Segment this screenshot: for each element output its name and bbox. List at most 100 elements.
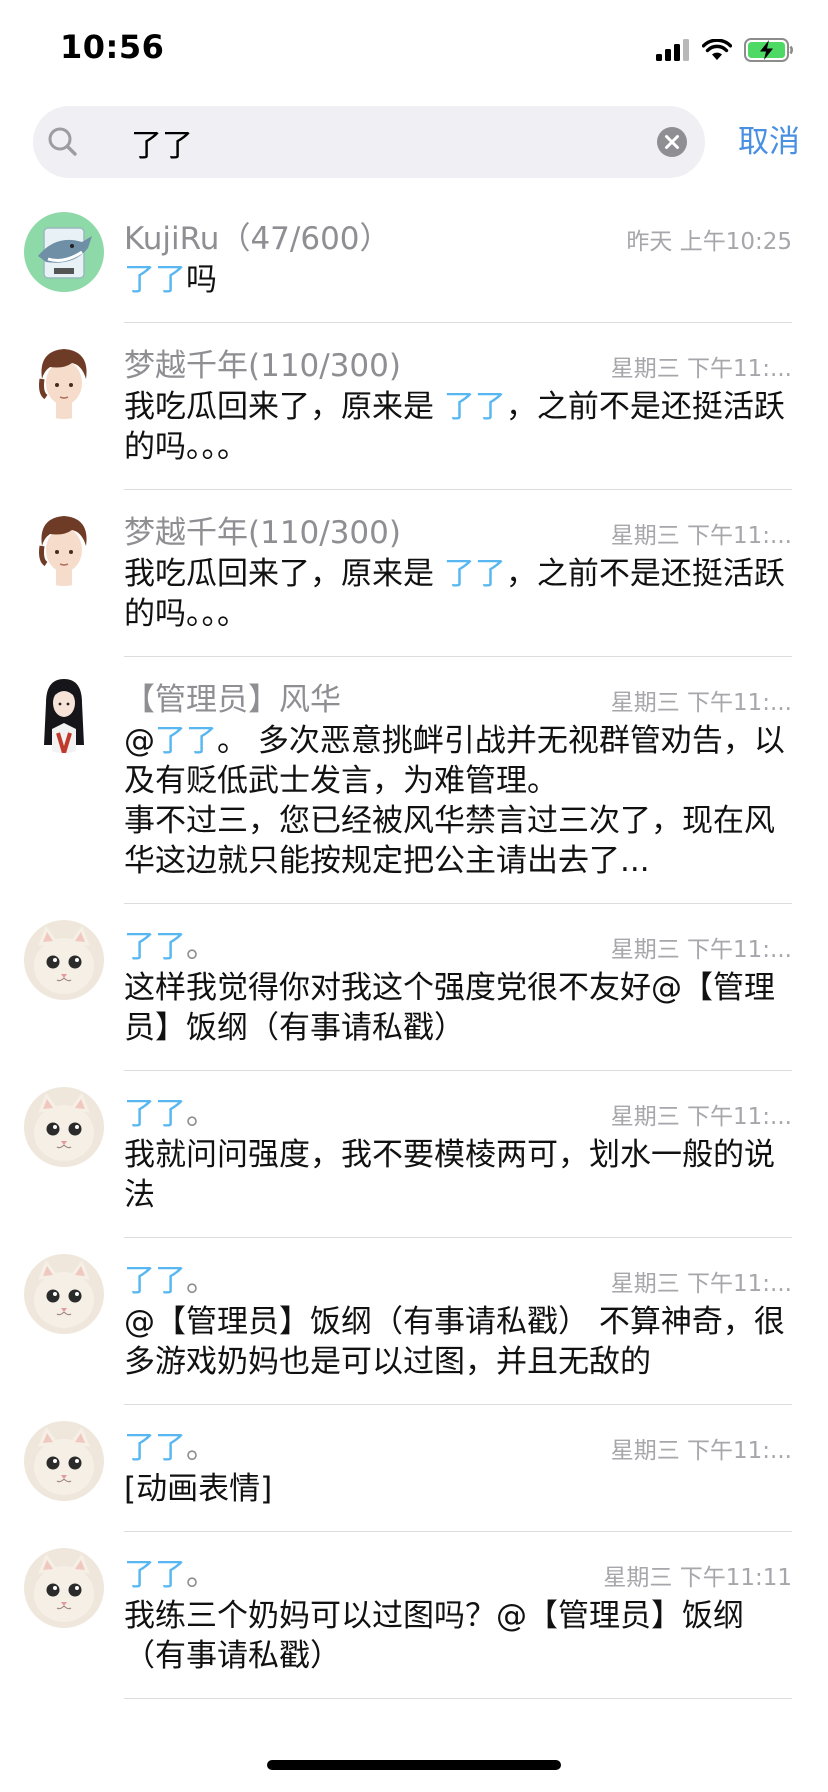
cat-avatar[interactable]	[24, 1421, 104, 1501]
sender-name: 了了。	[124, 1088, 217, 1133]
clear-icon[interactable]	[656, 126, 688, 158]
status-time: 10:56	[60, 28, 165, 66]
search-result-row[interactable]: KujiRu（47/600） 昨天 上午10:25 了了吗	[0, 196, 828, 323]
wifi-icon	[702, 39, 732, 60]
sender-name: 了了。	[124, 1255, 217, 1300]
message-time: 星期三 下午11:...	[610, 1438, 792, 1464]
result-body: 了了。 星期三 下午11:... [动画表情]	[124, 1405, 792, 1532]
search-result-row[interactable]: 梦越千年(110/300) 星期三 下午11:... 我吃瓜回来了，原来是 了了，之…	[0, 323, 828, 490]
home-indicator	[267, 1760, 561, 1770]
sender-name: KujiRu（47/600）	[124, 221, 391, 257]
message-time: 星期三 下午11:...	[610, 1104, 792, 1130]
sender-name: 了了。	[124, 1422, 217, 1467]
sender-name: 梦越千年(110/300)	[124, 348, 401, 384]
message-highlight: 了了	[155, 723, 217, 759]
message-time: 昨天 上午10:25	[626, 229, 792, 255]
search-result-row[interactable]: 了了。 星期三 下午11:... 我就问问强度，我不要模棱两可，划水一般的说法	[0, 1071, 828, 1238]
message-rest: 。 多次恶意挑衅引战并无视群管劝告，以及有贬低武士发言，为难管理。 事不过三，您…	[124, 723, 785, 879]
message-text: 我吃瓜回来了，原来是 了了，之前不是还挺活跃的吗。。。	[124, 387, 792, 467]
status-bar: 10:56	[0, 0, 828, 100]
sender-name-suffix: 。	[186, 1263, 217, 1299]
result-header: 【管理员】风华 星期三 下午11:...	[124, 673, 792, 719]
sender-name-suffix: 。	[186, 1096, 217, 1132]
message-rest: 我练三个奶妈可以过图吗？@【管理员】饭纲（有事请私戳）	[124, 1598, 744, 1674]
result-header: KujiRu（47/600） 昨天 上午10:25	[124, 212, 792, 258]
girl-avatar[interactable]	[24, 673, 104, 753]
signal-icon	[656, 39, 689, 61]
search-result-row[interactable]: 了了。 星期三 下午11:... 这样我觉得你对我这个强度党很不友好@【管理员】饭纲…	[0, 904, 828, 1071]
search-result-row[interactable]: 了了。 星期三 下午11:11 我练三个奶妈可以过图吗？@【管理员】饭纲（有事请私戳…	[0, 1532, 828, 1699]
search-result-row[interactable]: 【管理员】风华 星期三 下午11:... @了了。 多次恶意挑衅引战并无视群管劝告，…	[0, 657, 828, 904]
result-body: 了了。 星期三 下午11:11 我练三个奶妈可以过图吗？@【管理员】饭纲（有事请私戳…	[124, 1532, 792, 1699]
result-header: 了了。 星期三 下午11:...	[124, 1254, 792, 1300]
message-time: 星期三 下午11:...	[610, 937, 792, 963]
cat-avatar[interactable]	[24, 1548, 104, 1628]
search-result-row[interactable]: 梦越千年(110/300) 星期三 下午11:... 我吃瓜回来了，原来是 了了，之…	[0, 490, 828, 657]
result-body: 了了。 星期三 下午11:... 这样我觉得你对我这个强度党很不友好@【管理员】饭纲…	[124, 904, 792, 1071]
result-body: 了了。 星期三 下午11:... @【管理员】饭纲（有事请私戳） 不算神奇，很多游戏…	[124, 1238, 792, 1405]
status-icons	[656, 36, 794, 64]
message-rest: 这样我觉得你对我这个强度党很不友好@【管理员】饭纲（有事请私戳）	[124, 970, 775, 1046]
message-time: 星期三 下午11:...	[610, 690, 792, 716]
message-rest: [动画表情]	[124, 1471, 273, 1507]
result-header: 了了。 星期三 下午11:...	[124, 920, 792, 966]
result-body: 梦越千年(110/300) 星期三 下午11:... 我吃瓜回来了，原来是 了了，之…	[124, 490, 792, 657]
search-result-row[interactable]: 了了。 星期三 下午11:... [动画表情]	[0, 1405, 828, 1532]
sender-name-suffix: 。	[186, 1430, 217, 1466]
message-prefix: 我吃瓜回来了，原来是	[124, 556, 444, 592]
sender-name: 了了。	[124, 921, 217, 966]
boy-avatar[interactable]	[24, 339, 104, 419]
message-text: @了了。 多次恶意挑衅引战并无视群管劝告，以及有贬低武士发言，为难管理。 事不过…	[124, 721, 792, 881]
message-prefix: @	[124, 723, 155, 759]
message-highlight: 了了	[443, 556, 506, 592]
result-header: 了了。 星期三 下午11:...	[124, 1087, 792, 1133]
shark-avatar[interactable]	[24, 212, 104, 292]
result-header: 梦越千年(110/300) 星期三 下午11:...	[124, 339, 792, 385]
search-input[interactable]	[97, 106, 657, 178]
cancel-button[interactable]: 取消	[738, 106, 800, 178]
message-text: [动画表情]	[124, 1469, 792, 1509]
sender-name-highlight: 了了	[124, 1430, 186, 1466]
message-highlight: 了了	[443, 389, 506, 425]
message-text: 这样我觉得你对我这个强度党很不友好@【管理员】饭纲（有事请私戳）	[124, 968, 792, 1048]
search-row: 取消	[0, 106, 828, 180]
search-result-row[interactable]: 了了。 星期三 下午11:... @【管理员】饭纲（有事请私戳） 不算神奇，很多游戏…	[0, 1238, 828, 1405]
cat-avatar[interactable]	[24, 1254, 104, 1334]
result-header: 了了。 星期三 下午11:...	[124, 1421, 792, 1467]
search-icon	[48, 127, 77, 156]
message-time: 星期三 下午11:...	[610, 356, 792, 382]
search-box[interactable]	[33, 106, 705, 178]
result-header: 梦越千年(110/300) 星期三 下午11:...	[124, 506, 792, 552]
sender-name-highlight: 了了	[124, 1263, 186, 1299]
result-body: 【管理员】风华 星期三 下午11:... @了了。 多次恶意挑衅引战并无视群管劝告，…	[124, 657, 792, 904]
message-time: 星期三 下午11:...	[610, 1271, 792, 1297]
result-header: 了了。 星期三 下午11:11	[124, 1548, 792, 1594]
battery-charging-icon	[744, 38, 794, 62]
message-text: 我练三个奶妈可以过图吗？@【管理员】饭纲（有事请私戳）	[124, 1596, 792, 1676]
message-rest: 吗	[186, 262, 217, 298]
sender-name: 了了。	[124, 1549, 217, 1594]
result-body: KujiRu（47/600） 昨天 上午10:25 了了吗	[124, 196, 792, 323]
message-time: 星期三 下午11:11	[603, 1565, 792, 1591]
sender-name: 【管理员】风华	[124, 682, 341, 718]
boy-avatar[interactable]	[24, 506, 104, 586]
result-body: 了了。 星期三 下午11:... 我就问问强度，我不要模棱两可，划水一般的说法	[124, 1071, 792, 1238]
message-time: 星期三 下午11:...	[610, 523, 792, 549]
search-results-list: KujiRu（47/600） 昨天 上午10:25 了了吗 梦越千年(110/300)…	[0, 196, 828, 1699]
sender-name: 梦越千年(110/300)	[124, 515, 401, 551]
message-rest: 我就问问强度，我不要模棱两可，划水一般的说法	[124, 1137, 775, 1213]
message-text: 了了吗	[124, 260, 792, 300]
sender-name-highlight: 了了	[124, 1557, 186, 1593]
message-highlight: 了了	[124, 262, 186, 298]
sender-name-highlight: 了了	[124, 1096, 186, 1132]
sender-name-highlight: 了了	[124, 929, 186, 965]
message-prefix: 我吃瓜回来了，原来是	[124, 389, 444, 425]
sender-name-suffix: 。	[186, 929, 217, 965]
cat-avatar[interactable]	[24, 1087, 104, 1167]
message-text: 我吃瓜回来了，原来是 了了，之前不是还挺活跃的吗。。。	[124, 554, 792, 634]
message-text: 我就问问强度，我不要模棱两可，划水一般的说法	[124, 1135, 792, 1215]
message-text: @【管理员】饭纲（有事请私戳） 不算神奇，很多游戏奶妈也是可以过图，并且无敌的	[124, 1302, 792, 1382]
message-rest: @【管理员】饭纲（有事请私戳） 不算神奇，很多游戏奶妈也是可以过图，并且无敌的	[124, 1304, 785, 1380]
sender-name-suffix: 。	[186, 1557, 217, 1593]
cat-avatar[interactable]	[24, 920, 104, 1000]
